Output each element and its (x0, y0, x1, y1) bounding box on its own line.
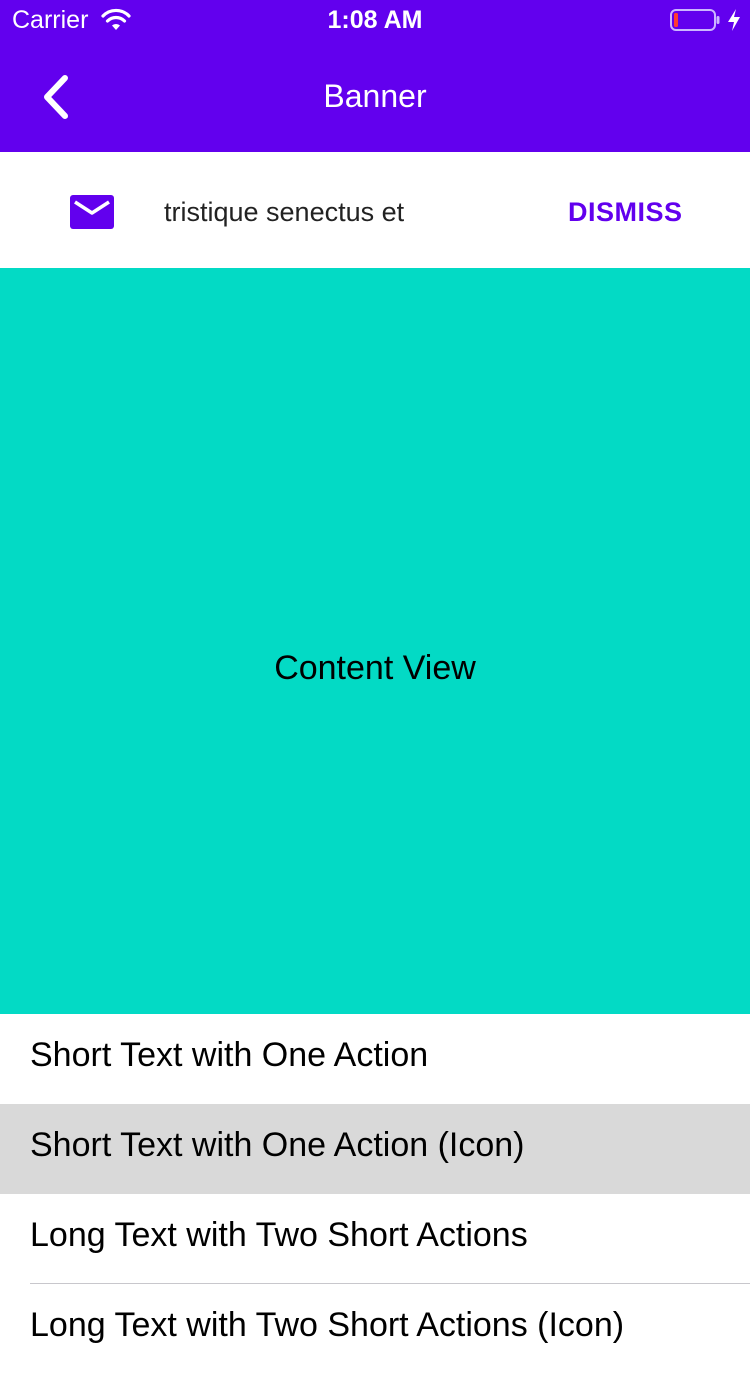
dismiss-button[interactable]: DISMISS (568, 196, 683, 228)
list-item-label: Short Text with One Action (Icon) (30, 1126, 525, 1164)
page-title: Banner (323, 78, 427, 114)
charging-bolt-icon (728, 9, 740, 31)
navigation-bar: Banner (0, 40, 750, 152)
list-item[interactable]: Long Text with Two Short Actions (0, 1194, 750, 1284)
banner-message: tristique senectus et (164, 197, 405, 227)
status-bar: Carrier 1:08 AM (0, 0, 750, 40)
list-item-label: Long Text with Two Short Actions (30, 1216, 528, 1254)
list-item[interactable]: Short Text with One Action (Icon) (0, 1104, 750, 1194)
banner: tristique senectus et DISMISS (0, 152, 750, 268)
content-view: Content View (0, 268, 750, 1014)
list-item-label: Short Text with One Action (30, 1036, 429, 1074)
mail-icon (70, 195, 114, 229)
battery-icon (670, 9, 720, 31)
content-view-label: Content View (274, 649, 476, 687)
example-list: Short Text with One Action Short Text wi… (0, 1014, 750, 1374)
list-item-label: Long Text with Two Short Actions (Icon) (30, 1306, 625, 1344)
list-item[interactable]: Long Text with Two Short Actions (Icon) (0, 1284, 750, 1374)
status-time: 1:08 AM (327, 6, 423, 34)
list-item[interactable]: Short Text with One Action (0, 1014, 750, 1104)
